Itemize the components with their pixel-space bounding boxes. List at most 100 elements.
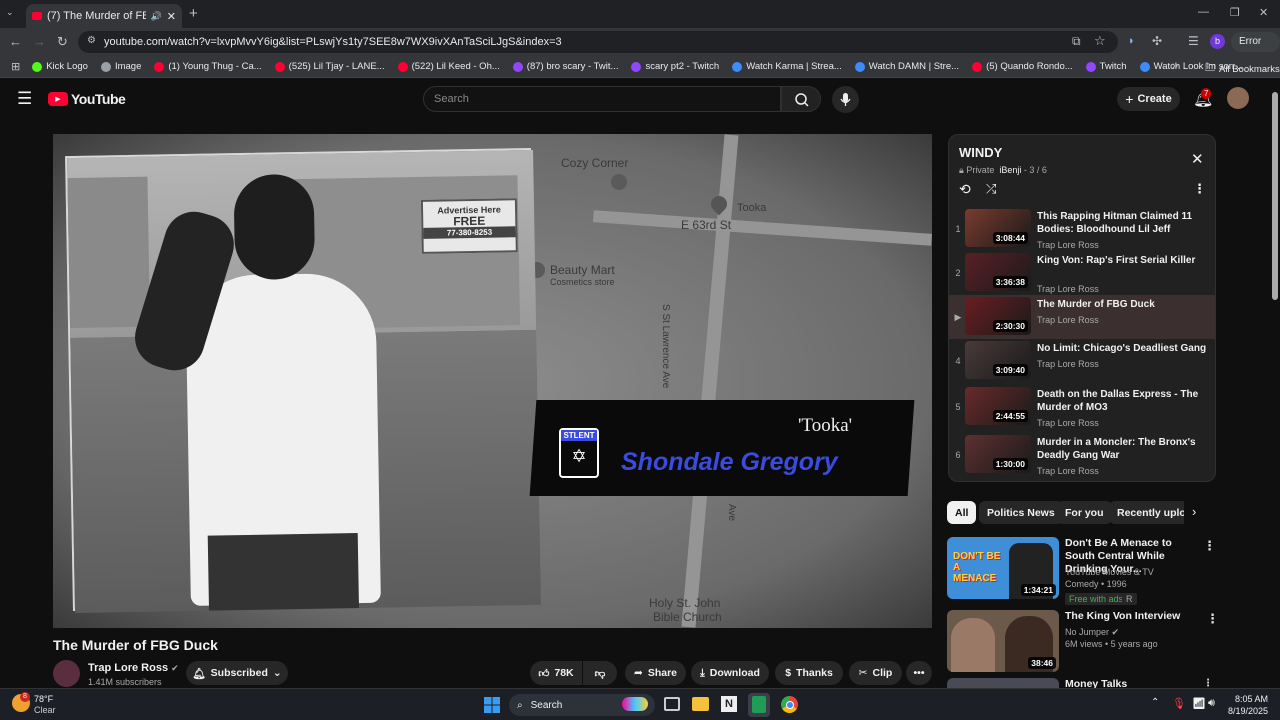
bookmark-item[interactable]: Twitch — [1085, 61, 1127, 72]
tab-close-icon[interactable]: ✕ — [167, 10, 176, 23]
rec-thumbnail[interactable]: 38:46 — [947, 610, 1059, 672]
maximize-icon[interactable]: ❐ — [1230, 6, 1240, 19]
rec-title[interactable]: The King Von Interview — [1065, 610, 1195, 623]
bookmark-item[interactable]: Watch Karma | Strea... — [732, 61, 842, 72]
extensions-icon[interactable]: ✣ — [1152, 34, 1162, 48]
apps-grid-icon[interactable]: ⊞ — [11, 60, 20, 73]
browser-tab-active[interactable]: (7) The Murder of FBG Duck 🔊 ✕ — [26, 4, 182, 28]
clock-time[interactable]: 8:05 AM — [1230, 694, 1268, 704]
thanks-button[interactable]: $ Thanks — [775, 661, 843, 685]
free-with-ads-badge: Free with ads — [1065, 593, 1128, 605]
playlist-item[interactable]: 4 3:09:40 No Limit: Chicago's Deadliest Ga… — [949, 339, 1215, 383]
playlist-item-index: 2 — [955, 268, 961, 278]
channel-avatar[interactable] — [53, 660, 80, 687]
address-bar[interactable]: ⚙ youtube.com/watch?v=lxvpMvvY6ig&list=P… — [78, 31, 1118, 53]
billboard-sign: Advertise Here FREE 77-380-8253 — [420, 198, 518, 254]
rec-duration: 1:34:21 — [1020, 584, 1056, 596]
menu-hamburger-icon[interactable]: ☰ — [17, 89, 32, 109]
playlist-more-icon[interactable]: ⋮ — [1193, 181, 1206, 197]
back-icon[interactable]: ← — [9, 34, 22, 49]
close-playlist-icon[interactable]: ✕ — [1191, 150, 1204, 168]
site-info-icon[interactable]: ⚙ — [87, 35, 96, 46]
more-actions-button[interactable]: ••• — [906, 661, 932, 685]
chip-all[interactable]: All — [947, 501, 977, 524]
user-avatar[interactable] — [1227, 87, 1249, 109]
forward-icon[interactable]: → — [33, 34, 46, 49]
more-bookmarks-icon[interactable]: » — [1172, 60, 1178, 72]
chips-next-icon[interactable]: › — [1192, 504, 1196, 519]
chip-for-you[interactable]: For you — [1057, 501, 1112, 524]
rec-more-icon[interactable]: ⋮ — [1203, 538, 1216, 554]
bookmark-item[interactable]: (525) Lil Tjay - LANE... — [274, 61, 385, 72]
shuffle-icon[interactable]: ⤮ — [986, 181, 996, 197]
file-explorer-icon[interactable] — [692, 697, 709, 711]
bookmark-item[interactable]: (5) Quando Rondo... — [972, 61, 1073, 72]
rec-channel[interactable]: No Jumper ✔ — [1065, 627, 1119, 638]
profile-avatar[interactable]: b — [1210, 34, 1225, 49]
youtube-favicon-icon — [32, 12, 42, 20]
bookmark-item[interactable]: scary pt2 - Twitch — [631, 61, 719, 72]
all-bookmarks-button[interactable]: 🗀 All Bookmarks — [1205, 61, 1280, 78]
new-tab-icon[interactable]: + — [189, 5, 198, 22]
rec-more-icon[interactable]: ⋮ — [1206, 611, 1219, 627]
chip-recently-uploaded[interactable]: Recently uploaded — [1109, 501, 1184, 524]
playlist-item[interactable]: 2 3:36:38 King Von: Rap's First Serial Kil… — [949, 251, 1215, 295]
window-close-icon[interactable]: ✕ — [1259, 6, 1268, 19]
sheets-app-icon[interactable] — [752, 696, 766, 713]
rec-thumbnail[interactable] — [947, 678, 1059, 688]
clock-date[interactable]: 8/19/2025 — [1220, 706, 1268, 716]
tray-expand-icon[interactable]: ⌃ — [1151, 697, 1159, 708]
install-app-icon[interactable]: ⧉ — [1072, 34, 1081, 49]
video-player[interactable]: Cozy Corner Tooka E 63rd St Beauty Mart … — [53, 134, 932, 628]
rec-channel[interactable]: YouTube Movies & TV — [1065, 567, 1154, 577]
media-icon[interactable]: ◗ — [1128, 35, 1135, 47]
search-button[interactable] — [781, 86, 821, 112]
download-icon: ⤓ — [700, 666, 705, 679]
bookmark-item[interactable]: (87) bro scary - Twit... — [512, 61, 618, 72]
subscribed-button[interactable]: 🔔︎ Subscribed ⌄ — [186, 661, 288, 685]
bookmark-item[interactable]: Kick Logo — [32, 61, 88, 72]
search-input[interactable]: Search — [423, 86, 781, 112]
voice-search-button[interactable] — [832, 86, 859, 113]
download-button[interactable]: ⤓ Download — [691, 661, 769, 685]
mic-in-use-icon[interactable]: 🎙︎ — [1172, 697, 1186, 710]
chip-politics-news[interactable]: Politics News — [979, 501, 1063, 524]
share-button[interactable]: ➦ Share — [625, 661, 686, 685]
playlist-item[interactable]: 1 3:08:44 This Rapping Hitman Claimed 11 B… — [949, 207, 1215, 251]
channel-name[interactable]: Trap Lore Ross ✔ — [88, 662, 179, 674]
bookmarks-bar: ⊞ Kick Logo Image (1) Young Thug - Ca... (5… — [0, 56, 1280, 78]
reading-list-icon[interactable]: ☰ — [1188, 34, 1199, 48]
audio-playing-icon[interactable]: 🔊 — [151, 11, 162, 22]
playlist-item[interactable]: 6 1:30:00 Murder in a Moncler: The Bronx's… — [949, 433, 1215, 477]
create-button[interactable]: + Create — [1117, 87, 1180, 111]
playlist-title[interactable]: WINDY — [959, 145, 1002, 160]
windows-start-icon[interactable] — [484, 697, 500, 713]
clip-button[interactable]: ✂ Clip — [849, 661, 902, 685]
playlist-item[interactable]: 5 2:44:55 Death on the Dallas Express - Th… — [949, 385, 1215, 429]
video-title: The Murder of FBG Duck — [53, 637, 218, 653]
loop-icon[interactable]: ⟲ — [959, 181, 971, 198]
dislike-button[interactable]: 👎︎ — [583, 661, 617, 685]
minimize-icon[interactable]: — — [1198, 6, 1209, 18]
bookmark-favicon-icon — [1139, 61, 1150, 72]
bookmark-item[interactable]: (1) Young Thug - Ca... — [154, 61, 262, 72]
rec-thumbnail[interactable]: DON'T BE A MENACE 1:34:21 — [947, 537, 1059, 599]
task-view-icon[interactable] — [664, 697, 680, 711]
wifi-icon[interactable]: 📶︎ — [1192, 697, 1206, 710]
reload-icon[interactable]: ↻ — [57, 34, 68, 50]
tab-search-icon[interactable]: ⌄ — [6, 7, 14, 18]
bookmark-favicon-icon — [732, 61, 743, 72]
bookmark-star-icon[interactable]: ☆ — [1094, 33, 1106, 49]
scrollbar-thumb[interactable] — [1272, 92, 1278, 300]
bookmark-item[interactable]: Image — [100, 61, 141, 72]
bookmark-item[interactable]: (522) Lil Keed - Oh... — [397, 61, 500, 72]
like-button[interactable]: 👍︎ 78K — [530, 661, 582, 685]
volume-icon[interactable]: 🔊︎ — [1208, 697, 1215, 710]
playlist-item[interactable]: ▶ 2:30:30 The Murder of FBG Duck Trap Lore … — [949, 295, 1215, 339]
app-icon[interactable]: N — [721, 696, 737, 712]
error-button[interactable]: Error ⋮ — [1231, 32, 1280, 67]
youtube-logo[interactable]: ▶ YouTube — [48, 91, 126, 107]
bookmark-item[interactable]: Watch DAMN | Stre... — [854, 61, 959, 72]
browser-toolbar: ← → ↻ ⚙ youtube.com/watch?v=lxvpMvvY6ig&… — [0, 28, 1280, 67]
share-icon: ➦ — [634, 667, 643, 679]
